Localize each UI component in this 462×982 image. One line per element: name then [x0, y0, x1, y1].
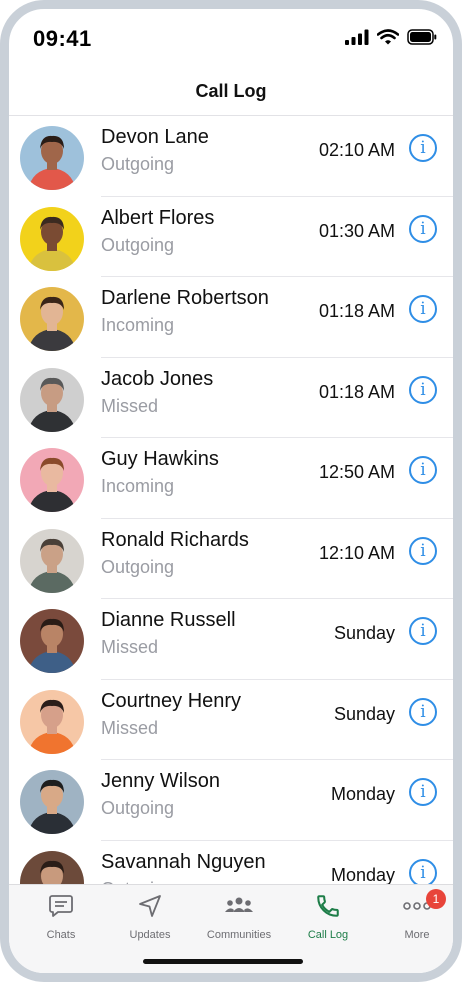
tab-updates[interactable]: Updates: [106, 893, 194, 941]
avatar: [20, 448, 84, 512]
wifi-icon: [376, 29, 400, 50]
call-type: Outgoing: [101, 556, 175, 577]
contact-name: Devon Lane: [101, 126, 209, 148]
avatar: [20, 770, 84, 834]
call-time: 02:10 AM: [318, 140, 395, 160]
signal-icon: [345, 29, 369, 50]
call-row[interactable]: Courtney Henry Missed Sunday i: [9, 680, 453, 760]
call-time: 01:18 AM: [318, 381, 395, 402]
call-row[interactable]: Guy Hawkins Incoming 12:50 AM i: [9, 438, 453, 519]
call-time: 12:10 AM: [318, 542, 395, 563]
call-time: Sunday: [333, 703, 395, 724]
contact-name: Courtney Henry: [101, 689, 242, 712]
contact-name: Albert Flores: [101, 206, 215, 229]
tab-more-label: More: [404, 929, 430, 941]
info-icon[interactable]: i: [409, 456, 437, 484]
status-bar: 09:41: [9, 9, 453, 69]
info-icon[interactable]: i: [409, 214, 437, 243]
tab-call-log-label: Call Log: [307, 929, 349, 941]
avatar: [20, 528, 84, 593]
call-time: 01:30 AM: [318, 220, 395, 241]
info-icon[interactable]: i: [409, 536, 437, 565]
nav-bar: Call Log: [9, 69, 453, 116]
tab-bar: Chats Updates Communities Call Log 1 Mor…: [9, 884, 453, 973]
call-type: Incoming: [101, 476, 175, 496]
contact-name: Ronald Richards: [101, 528, 249, 551]
avatar: [20, 126, 84, 190]
tab-call-log[interactable]: Call Log: [284, 893, 372, 941]
status-icons: [345, 29, 437, 50]
call-row[interactable]: Savannah NguyenOutgoingMondayi: [9, 841, 453, 885]
communities-icon: [224, 893, 254, 924]
avatar: [20, 689, 84, 754]
phone-icon: [315, 893, 341, 924]
page-title: Call Log: [195, 81, 267, 101]
tab-communities-label: Communities: [206, 929, 272, 941]
call-row[interactable]: Dianne Russell Missed Sunday i: [9, 599, 453, 680]
tab-chats-label: Chats: [46, 929, 76, 941]
contact-name: Guy Hawkins: [101, 448, 219, 470]
avatar: [20, 367, 84, 432]
call-row[interactable]: Darlene Robertson Incoming 01:18 AM i: [9, 277, 453, 358]
info-icon[interactable]: i: [409, 375, 437, 404]
call-time: Monday: [330, 784, 395, 804]
call-time: 12:50 AM: [318, 462, 395, 482]
call-type: Missed: [101, 637, 159, 657]
info-icon[interactable]: i: [409, 617, 437, 645]
status-time: 09:41: [33, 26, 92, 51]
contact-name: Savannah Nguyen: [101, 850, 266, 873]
call-time: Sunday: [333, 623, 395, 643]
phone-frame: 09:41 Call Log Devon Lane Outgoing 02:10…: [0, 0, 462, 982]
call-time: Monday: [330, 864, 395, 885]
call-row[interactable]: Ronald Richards Outgoing 12:10 AM i: [9, 519, 453, 599]
call-row[interactable]: Albert Flores Outgoing 01:30 AM i: [9, 197, 453, 277]
avatar: [20, 609, 84, 673]
tab-more[interactable]: 1 More: [373, 889, 453, 941]
call-list[interactable]: Devon Lane Outgoing 02:10 AM i Albert Flores…: [9, 116, 453, 884]
battery-icon: [407, 29, 437, 50]
call-row[interactable]: Jacob Jones Missed 01:18 AM i: [9, 358, 453, 438]
notification-badge: 1: [426, 889, 446, 909]
call-time: 01:18 AM: [318, 301, 395, 321]
navigation-icon: [137, 893, 163, 924]
avatar: [20, 287, 84, 351]
call-type: Outgoing: [101, 234, 175, 255]
chat-icon: [48, 893, 74, 924]
contact-name: Darlene Robertson: [101, 287, 269, 309]
contact-name: Dianne Russell: [101, 609, 236, 631]
avatar: [20, 206, 84, 271]
info-icon[interactable]: i: [409, 134, 437, 162]
contact-name: Jenny Wilson: [101, 770, 220, 792]
contact-name: Jacob Jones: [101, 367, 214, 390]
tab-updates-label: Updates: [129, 929, 171, 941]
call-type: Outgoing: [101, 154, 175, 174]
home-indicator: [143, 959, 303, 964]
call-type: Missed: [101, 395, 159, 416]
tab-communities[interactable]: Communities: [195, 895, 283, 941]
call-row[interactable]: Devon Lane Outgoing 02:10 AM i: [9, 116, 453, 197]
avatar: [20, 850, 84, 884]
call-type: Incoming: [101, 315, 175, 335]
info-icon[interactable]: i: [409, 295, 437, 323]
call-type: Missed: [101, 717, 159, 738]
info-icon[interactable]: i: [409, 858, 437, 884]
info-icon[interactable]: i: [409, 778, 437, 806]
tab-chats[interactable]: Chats: [17, 893, 105, 941]
call-type: Outgoing: [101, 798, 175, 818]
info-icon[interactable]: i: [409, 697, 437, 726]
call-row[interactable]: Jenny Wilson Outgoing Monday i: [9, 760, 453, 841]
